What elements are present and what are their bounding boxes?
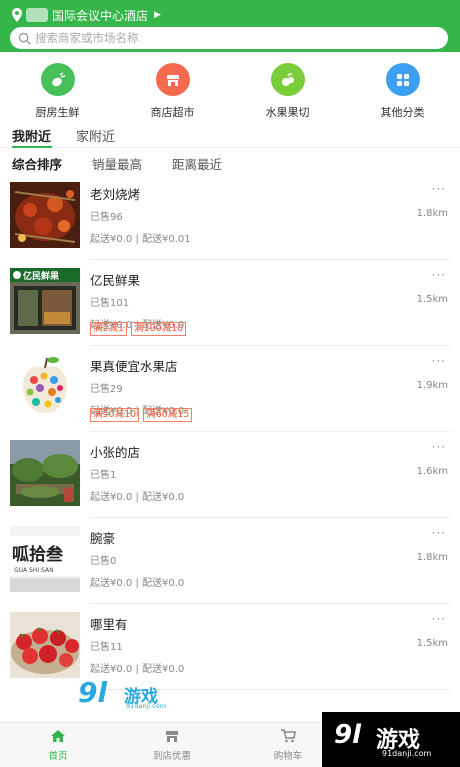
tab-near-home[interactable]: 家附近 bbox=[76, 126, 115, 145]
shop-delivery-fee: 起送¥0.0 | 配送¥0.0 bbox=[90, 578, 185, 589]
shop-distance: 1.8km bbox=[416, 552, 448, 563]
shop-sold-count: 已售11 bbox=[90, 642, 123, 653]
category-other[interactable]: 其他分类 bbox=[345, 58, 460, 120]
shop-sign: 呱拾叁 bbox=[12, 544, 64, 565]
more-options-icon[interactable]: ··· bbox=[432, 526, 446, 540]
site-logo-url: 91danji.com bbox=[382, 749, 432, 758]
site-logo-mark: 9l bbox=[334, 720, 362, 750]
category-label: 水果果切 bbox=[265, 106, 310, 119]
shop-sign: 亿民鲜果 bbox=[23, 270, 60, 282]
shop-delivery-fee: 起送¥0.0 | 配送¥0.0 bbox=[90, 664, 185, 675]
nav-home[interactable]: 首页 bbox=[8, 729, 108, 762]
promo-tag: 满60减15 bbox=[143, 408, 193, 422]
sort-comprehensive[interactable]: 综合排序 bbox=[12, 154, 62, 173]
category-label: 其他分类 bbox=[380, 106, 425, 119]
blurred-avatar bbox=[26, 8, 48, 22]
shop-name: 亿民鲜果 bbox=[90, 273, 141, 288]
sort-sales[interactable]: 销量最高 bbox=[92, 154, 142, 173]
more-options-icon[interactable]: ··· bbox=[432, 612, 446, 626]
shop-item[interactable]: 哪里有 ··· 已售11 1.5km 起送¥0.0 | 配送¥0.0 bbox=[0, 604, 460, 690]
shop-thumbnail bbox=[10, 612, 80, 678]
more-options-icon[interactable]: ··· bbox=[432, 440, 446, 454]
shop-delivery-fee: 起送¥0.0 | 配送¥0.0 bbox=[90, 492, 185, 503]
more-options-icon[interactable]: ··· bbox=[432, 182, 446, 196]
promo-tag: 满50减10 bbox=[90, 408, 140, 422]
grid-icon bbox=[385, 63, 420, 96]
coupon-icon bbox=[166, 731, 178, 742]
home-icon bbox=[51, 730, 65, 742]
caret-right-icon: ▶ bbox=[154, 10, 161, 20]
vegetable-icon bbox=[40, 63, 75, 96]
nav-label: 首页 bbox=[48, 751, 68, 762]
shop-item[interactable]: 亿民鲜果 亿民鲜果 ··· 已售101 1.5km 起送¥0.0 | 配送¥0.… bbox=[0, 260, 460, 346]
sort-bar: 综合排序 销量最高 距离最近 bbox=[0, 150, 460, 174]
shop-distance: 1.5km bbox=[416, 294, 448, 305]
shop-name: 哪里有 bbox=[90, 617, 128, 632]
shop-thumbnail: 亿民鲜果 bbox=[10, 268, 80, 334]
location-name: 国际会议中心酒店 bbox=[52, 8, 149, 23]
location-pin-icon bbox=[12, 8, 22, 22]
shop-item[interactable]: 小张的店 ··· 已售1 1.6km 起送¥0.0 | 配送¥0.0 bbox=[0, 432, 460, 518]
promo-tag: 满100减10 bbox=[131, 322, 187, 336]
category-fruit[interactable]: 水果果切 bbox=[230, 58, 345, 120]
shop-name: 果真便宜水果店 bbox=[90, 359, 178, 374]
nav-label: 到店优惠 bbox=[152, 751, 191, 762]
shop-distance: 1.8km bbox=[416, 208, 448, 219]
watermark: 9l 游戏 91danji.com bbox=[78, 676, 178, 710]
app-header: 国际会议中心酒店 ▶ bbox=[0, 0, 460, 52]
category-label: 厨房生鲜 bbox=[35, 106, 80, 119]
shop-item[interactable]: 老刘烧烤 ··· 已售96 1.8km 起送¥0.0 | 配送¥0.01 bbox=[0, 174, 460, 260]
search-input[interactable] bbox=[35, 31, 415, 45]
promo-tags: 满50减10 满60减15 bbox=[90, 408, 193, 422]
shop-sold-count: 已售29 bbox=[90, 384, 123, 395]
category-store[interactable]: 商店超市 bbox=[115, 58, 230, 120]
fruit-icon bbox=[270, 63, 305, 96]
shop-thumbnail bbox=[10, 354, 80, 420]
shop-distance: 1.6km bbox=[416, 466, 448, 477]
search-bar[interactable] bbox=[10, 27, 448, 49]
shop-name: 老刘烧烤 bbox=[90, 187, 141, 202]
shop-item[interactable]: 呱拾叁 GUA SHI SAN 腕豪 ··· 已售0 1.8km 起送¥0.0 … bbox=[0, 518, 460, 604]
watermark-url: 91danji.com bbox=[126, 702, 167, 710]
shop-sold-count: 已售0 bbox=[90, 556, 117, 567]
location-tabs: 我附近 家附近 bbox=[0, 122, 460, 148]
cart-icon bbox=[281, 729, 296, 743]
nav-coupons[interactable]: 到店优惠 bbox=[122, 729, 222, 762]
shop-sold-count: 已售96 bbox=[90, 212, 123, 223]
search-icon bbox=[18, 32, 31, 45]
shop-item[interactable]: 果真便宜水果店 ··· 已售29 1.9km 起送¥0.0 | 配送¥0.0 满… bbox=[0, 346, 460, 432]
shop-thumbnail: 呱拾叁 GUA SHI SAN bbox=[10, 526, 80, 592]
tab-near-me[interactable]: 我附近 bbox=[12, 126, 51, 145]
watermark-logo: 9l bbox=[78, 676, 108, 709]
shop-thumbnail bbox=[10, 440, 80, 506]
location-selector[interactable]: 国际会议中心酒店 ▶ bbox=[12, 6, 161, 24]
store-icon bbox=[155, 63, 190, 96]
shop-sold-count: 已售101 bbox=[90, 298, 130, 309]
category-kitchen-fresh[interactable]: 厨房生鲜 bbox=[0, 58, 115, 120]
shop-name: 小张的店 bbox=[90, 445, 141, 460]
shop-distance: 1.5km bbox=[416, 638, 448, 649]
category-label: 商店超市 bbox=[150, 106, 195, 119]
shop-delivery-fee: 起送¥0.0 | 配送¥0.01 bbox=[90, 234, 191, 245]
shop-sold-count: 已售1 bbox=[90, 470, 117, 481]
shop-thumbnail bbox=[10, 182, 80, 248]
shop-distance: 1.9km bbox=[416, 380, 448, 391]
promo-tags: 满2减1 满100减10 bbox=[90, 322, 187, 336]
sort-distance[interactable]: 距离最近 bbox=[172, 154, 222, 173]
nav-label: 购物车 bbox=[273, 751, 303, 762]
more-options-icon[interactable]: ··· bbox=[432, 268, 446, 282]
shop-name: 腕豪 bbox=[90, 531, 116, 546]
shop-sign-sub: GUA SHI SAN bbox=[14, 567, 54, 574]
category-bar: 厨房生鲜 商店超市 水果果切 其他分类 bbox=[0, 58, 460, 120]
more-options-icon[interactable]: ··· bbox=[432, 354, 446, 368]
promo-tag: 满2减1 bbox=[90, 322, 128, 336]
site-logo: 9l 游戏 91danji.com bbox=[322, 712, 460, 767]
active-tab-indicator bbox=[12, 146, 52, 148]
